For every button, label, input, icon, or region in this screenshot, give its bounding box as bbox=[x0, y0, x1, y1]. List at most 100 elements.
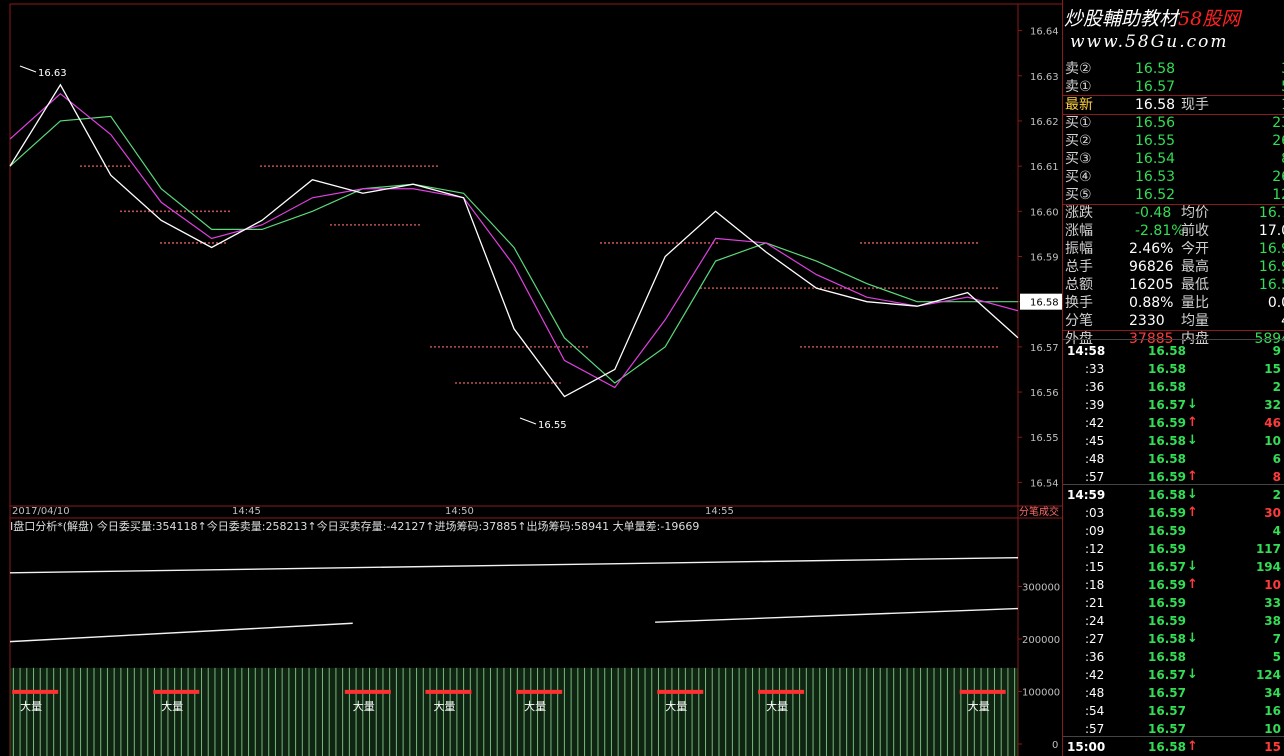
watermark-line2: www.58Gu.com bbox=[1070, 32, 1229, 52]
trade-time: :03 bbox=[1085, 506, 1105, 520]
trade-price: 16.57 bbox=[1148, 398, 1186, 412]
trade-price: 16.59 bbox=[1148, 524, 1186, 538]
trade-volume: 117 bbox=[1255, 542, 1281, 556]
trade-price: 16.58 bbox=[1148, 632, 1186, 646]
trade-time: :42 bbox=[1085, 668, 1105, 682]
big-volume-label: 大量 bbox=[766, 699, 788, 713]
quote-row: 买① 16.56 237 bbox=[1063, 114, 1284, 132]
trade-volume: 46 bbox=[1264, 416, 1281, 430]
trade-time: :33 bbox=[1085, 362, 1105, 376]
big-volume-marker bbox=[758, 689, 805, 694]
trade-row: :18 16.59 ↑ 10 bbox=[1063, 576, 1284, 594]
big-volume-marker bbox=[425, 689, 472, 694]
trade-time: :48 bbox=[1085, 686, 1105, 700]
trade-row: :24 16.59 38 bbox=[1063, 612, 1284, 630]
trade-price: 16.57 bbox=[1148, 560, 1186, 574]
quote-volume: 264 bbox=[1272, 133, 1284, 149]
price-tick-label: 16.60 bbox=[1030, 207, 1059, 218]
down-arrow-icon: ↓ bbox=[1187, 397, 1198, 412]
trade-time: 14:58 bbox=[1067, 344, 1106, 358]
big-volume-label: 大量 bbox=[524, 699, 546, 713]
time-axis-label: 14:45 bbox=[232, 506, 261, 517]
trade-row: :45 16.58 ↓ 10 bbox=[1063, 432, 1284, 450]
time-axis-label: 14:50 bbox=[445, 506, 474, 517]
quote-label: 换手 bbox=[1065, 295, 1093, 311]
quote-label: 总手 bbox=[1065, 259, 1093, 275]
quote-row: 买⑤ 16.52 124 bbox=[1063, 186, 1284, 204]
trade-price: 16.59 bbox=[1148, 416, 1186, 430]
ma1-line bbox=[9, 93, 1019, 389]
trade-time: :21 bbox=[1085, 596, 1105, 610]
trade-price: 16.58 bbox=[1148, 488, 1186, 502]
trade-volume: 10 bbox=[1264, 434, 1281, 448]
quote-value: 16.53 bbox=[1135, 169, 1176, 185]
quote-value: 16.58 bbox=[1135, 97, 1176, 113]
trade-row: :03 16.59 ↑ 30 bbox=[1063, 504, 1284, 522]
price-tick-label: 16.57 bbox=[1030, 343, 1059, 354]
price-tick-label: 16.61 bbox=[1030, 162, 1059, 173]
trade-price: 16.57 bbox=[1148, 686, 1186, 700]
price-tick-label: 16.63 bbox=[1030, 72, 1059, 83]
trade-volume: 30 bbox=[1264, 506, 1281, 520]
indicator-tick-label: 200000 bbox=[1022, 635, 1060, 646]
quote-label: 买② bbox=[1065, 133, 1092, 149]
trade-time: :48 bbox=[1085, 452, 1105, 466]
quote-volume: 0.07 bbox=[1267, 295, 1284, 311]
quote-row: 总手 96826 最高 16.99 bbox=[1063, 258, 1284, 276]
trade-volume: 2 bbox=[1272, 488, 1281, 502]
quote-row: 涨幅 -2.81%前收 17.00 bbox=[1063, 222, 1284, 240]
quote-row: 买④ 16.53 269 bbox=[1063, 168, 1284, 186]
quote-value: 16.55 bbox=[1135, 133, 1176, 149]
chart-area[interactable]: 16.64 16.63 16.62 16.61 16.60 16.59 16.58 16.57… bbox=[0, 0, 1062, 756]
trade-volume: 2 bbox=[1272, 380, 1281, 394]
quote-volume: 124 bbox=[1272, 187, 1284, 203]
trade-time: :54 bbox=[1085, 704, 1105, 718]
quote-row: 涨跌 -0.48 均价 16.74 bbox=[1063, 204, 1284, 222]
trade-row: :48 16.57 34 bbox=[1063, 684, 1284, 702]
quote-label: 涨跌 bbox=[1065, 205, 1093, 221]
price-tick-label: 16.62 bbox=[1030, 117, 1059, 128]
quote-row: 总额 16205 最低 16.51 bbox=[1063, 276, 1284, 294]
low-annotation-line bbox=[519, 417, 537, 425]
quote-separator bbox=[1063, 330, 1284, 331]
trade-volume: 16 bbox=[1264, 704, 1281, 718]
quote-value: 96826 bbox=[1129, 259, 1174, 275]
watermark-line1: 炒股輔助教材58股网 bbox=[1064, 8, 1241, 30]
down-arrow-icon: ↓ bbox=[1187, 433, 1198, 448]
trade-price: 16.58 bbox=[1148, 344, 1186, 358]
quote-volume: 16.74 bbox=[1258, 205, 1284, 221]
trade-time: :09 bbox=[1085, 524, 1105, 538]
quote-volume: 16.99 bbox=[1258, 259, 1284, 275]
trade-price: 16.59 bbox=[1148, 578, 1186, 592]
quote-row: 买② 16.55 264 bbox=[1063, 132, 1284, 150]
trade-volume: 5 bbox=[1272, 650, 1281, 664]
trade-row: :27 16.58 ↓ 7 bbox=[1063, 630, 1284, 648]
quote-row: 卖②16.5833 bbox=[1063, 60, 1284, 78]
trade-row: 15:00 16.58 ↑ 15 bbox=[1063, 738, 1284, 756]
indicator-corner-label: 分笔成交 bbox=[1019, 505, 1059, 518]
indicator-series-line bbox=[9, 556, 1019, 574]
trade-row: :54 16.57 16 bbox=[1063, 702, 1284, 720]
price-tick-label: 16.54 bbox=[1030, 478, 1059, 489]
trade-price: 16.58 bbox=[1148, 434, 1186, 448]
trade-volume: 194 bbox=[1255, 560, 1281, 574]
quote-extra-label: 现手 bbox=[1181, 97, 1209, 113]
trade-price: 16.58 bbox=[1148, 362, 1186, 376]
trade-volume: 38 bbox=[1264, 614, 1281, 628]
indicator-series-line bbox=[655, 607, 1019, 623]
big-volume-marker bbox=[153, 689, 200, 694]
current-price-label: 16.58 bbox=[1030, 298, 1059, 309]
trade-price: 16.58 bbox=[1148, 380, 1186, 394]
trade-time: :15 bbox=[1085, 560, 1105, 574]
quote-panel: 卖②16.5833卖①16.5759最新16.58现手15买①16.56237买… bbox=[1062, 0, 1284, 756]
big-volume-label: 大量 bbox=[161, 699, 183, 713]
trade-row: :15 16.57 ↓ 194 bbox=[1063, 558, 1284, 576]
quote-row: 最新16.58现手15 bbox=[1063, 96, 1284, 114]
up-arrow-icon: ↑ bbox=[1187, 577, 1198, 592]
quote-extra-label: 最低 bbox=[1181, 277, 1209, 293]
trade-time: :27 bbox=[1085, 632, 1105, 646]
price-tick-label: 16.64 bbox=[1030, 27, 1059, 38]
big-volume-label: 大量 bbox=[20, 699, 42, 713]
big-volume-marker bbox=[516, 689, 563, 694]
trade-row: :42 16.59 ↑ 46 bbox=[1063, 414, 1284, 432]
